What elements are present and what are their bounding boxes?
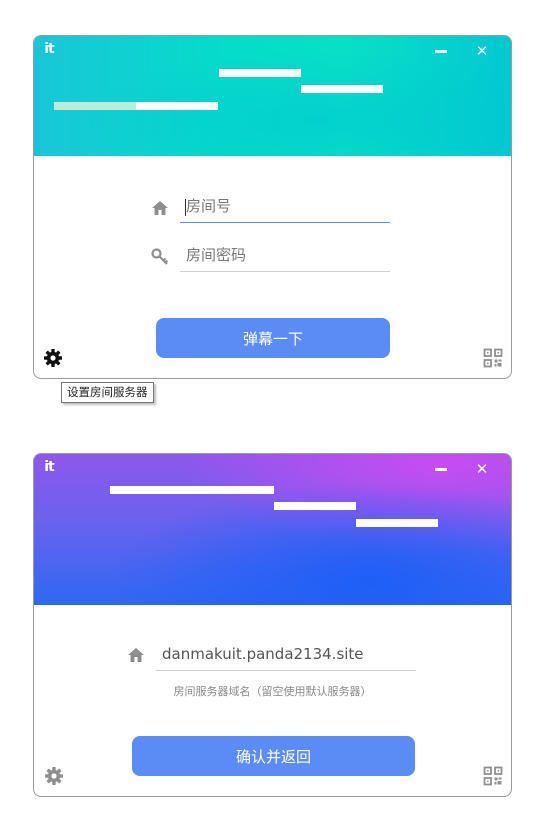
- minimize-button[interactable]: [435, 468, 449, 471]
- server-hint: 房间服务器域名（留空使用默认服务器）: [173, 685, 372, 698]
- minimize-icon: [435, 468, 447, 471]
- room-number-input[interactable]: [180, 191, 390, 221]
- danmaku-bar: [136, 102, 218, 110]
- close-button[interactable]: ✕: [474, 42, 490, 60]
- danmaku-bar: [356, 519, 438, 527]
- server-address-field[interactable]: [156, 639, 416, 671]
- danmaku-bar: [54, 102, 136, 110]
- danmaku-submit-button[interactable]: 弹幕一下: [156, 318, 390, 358]
- danmaku-bar: [301, 85, 383, 93]
- server-settings-window: it ✕ 房间服务器域名（留空使用默认服务器） 确认并返回: [33, 453, 512, 797]
- danmaku-bar: [110, 486, 274, 494]
- close-button[interactable]: ✕: [474, 460, 490, 478]
- settings-tooltip: 设置房间服务器: [61, 382, 154, 403]
- home-icon: [152, 201, 168, 215]
- gear-icon[interactable]: [43, 348, 63, 368]
- qr-code-icon[interactable]: [483, 766, 503, 786]
- close-icon: ✕: [475, 460, 489, 478]
- confirm-return-button[interactable]: 确认并返回: [132, 736, 415, 776]
- room-password-field[interactable]: [180, 240, 390, 272]
- header-banner: it ✕: [34, 454, 511, 605]
- header-banner: it ✕: [34, 36, 511, 156]
- close-icon: ✕: [475, 42, 489, 60]
- text-cursor: [185, 199, 186, 216]
- app-logo: it: [44, 459, 55, 475]
- key-icon: [151, 248, 169, 265]
- server-address-input[interactable]: [156, 639, 416, 669]
- danmaku-bar: [274, 502, 356, 510]
- home-icon: [128, 648, 144, 662]
- login-window: it ✕ 弹幕一下: [33, 35, 512, 379]
- app-logo: it: [44, 41, 55, 57]
- room-number-field[interactable]: [180, 191, 390, 223]
- minimize-button[interactable]: [435, 50, 449, 53]
- gear-icon[interactable]: [44, 766, 64, 786]
- room-password-input[interactable]: [180, 240, 390, 270]
- qr-code-icon[interactable]: [483, 348, 503, 368]
- danmaku-bar: [219, 69, 301, 77]
- minimize-icon: [435, 50, 447, 53]
